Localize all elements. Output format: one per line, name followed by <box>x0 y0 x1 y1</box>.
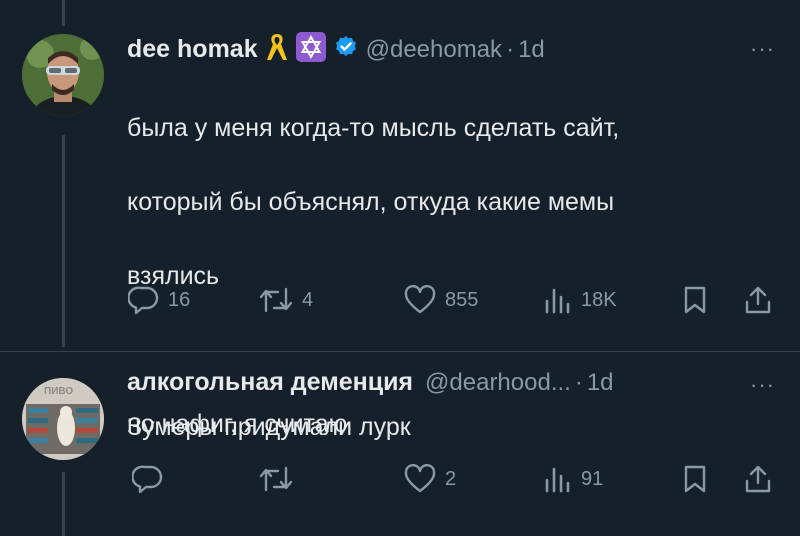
retweet-button[interactable]: 4 <box>258 285 313 315</box>
like-button[interactable]: 855 <box>403 285 478 315</box>
views-count: 91 <box>581 467 604 490</box>
views-button[interactable]: 18K <box>543 285 617 315</box>
analytics-icon <box>543 464 573 494</box>
retweet-button[interactable] <box>258 464 302 494</box>
avatar[interactable] <box>22 34 104 116</box>
reply-count: 16 <box>168 288 191 311</box>
yellow-ribbon-icon <box>266 32 288 67</box>
avatar-sign-text: ПИВО <box>44 386 74 397</box>
star-of-david-icon <box>295 32 326 67</box>
timestamp[interactable]: 1d <box>518 36 545 64</box>
tweet-text-line: который бы объяснял, откуда какие мемы <box>127 188 615 216</box>
verified-badge-icon <box>334 35 358 64</box>
tweet-divider <box>0 351 800 352</box>
views-count: 18K <box>581 288 617 311</box>
tweet-actions: 2 91 <box>128 460 778 500</box>
like-count: 855 <box>445 288 479 311</box>
tweet-text: Зумеры придумали лурк <box>127 413 411 441</box>
user-handle[interactable]: @deehomak <box>366 36 502 64</box>
views-button[interactable]: 91 <box>543 464 603 494</box>
avatar[interactable]: ПИВО <box>22 378 104 460</box>
tweet-actions: 16 4 855 18K <box>128 281 778 321</box>
share-button[interactable] <box>743 285 773 315</box>
share-icon <box>743 285 773 315</box>
bookmark-button[interactable] <box>682 464 708 494</box>
thread-line <box>62 0 65 26</box>
retweet-icon <box>258 464 294 494</box>
user-handle[interactable]: @dearhood... <box>425 369 571 397</box>
reply-icon <box>128 285 160 315</box>
thread-line <box>62 472 65 536</box>
thread-line <box>62 135 65 347</box>
tweet-text-line: была у меня когда-то мысль сделать сайт, <box>127 114 620 142</box>
share-icon <box>743 464 773 494</box>
retweet-count: 4 <box>302 288 314 311</box>
display-name[interactable]: dee homak <box>127 35 258 64</box>
display-name[interactable]: алкогольная деменция <box>127 368 413 397</box>
heart-icon <box>403 285 437 315</box>
more-options-icon[interactable]: ··· <box>750 36 775 62</box>
bookmark-icon <box>682 285 708 315</box>
reply-button[interactable] <box>132 464 172 494</box>
like-button[interactable]: 2 <box>403 464 456 494</box>
timestamp[interactable]: 1d <box>587 369 614 397</box>
tweet-header: dee homak @deehomak · 1d <box>127 32 545 67</box>
separator-dot: · <box>506 35 515 63</box>
retweet-icon <box>258 285 294 315</box>
heart-icon <box>403 464 437 494</box>
bookmark-button[interactable] <box>682 285 708 315</box>
tweet-header: алкогольная деменция @dearhood... · 1d <box>127 368 614 397</box>
reply-icon <box>132 464 164 494</box>
reply-button[interactable]: 16 <box>128 285 190 315</box>
bookmark-icon <box>682 464 708 494</box>
more-options-icon[interactable]: ··· <box>750 372 775 398</box>
like-count: 2 <box>445 467 457 490</box>
separator-dot: · <box>574 368 583 396</box>
analytics-icon <box>543 285 573 315</box>
share-button[interactable] <box>743 464 773 494</box>
